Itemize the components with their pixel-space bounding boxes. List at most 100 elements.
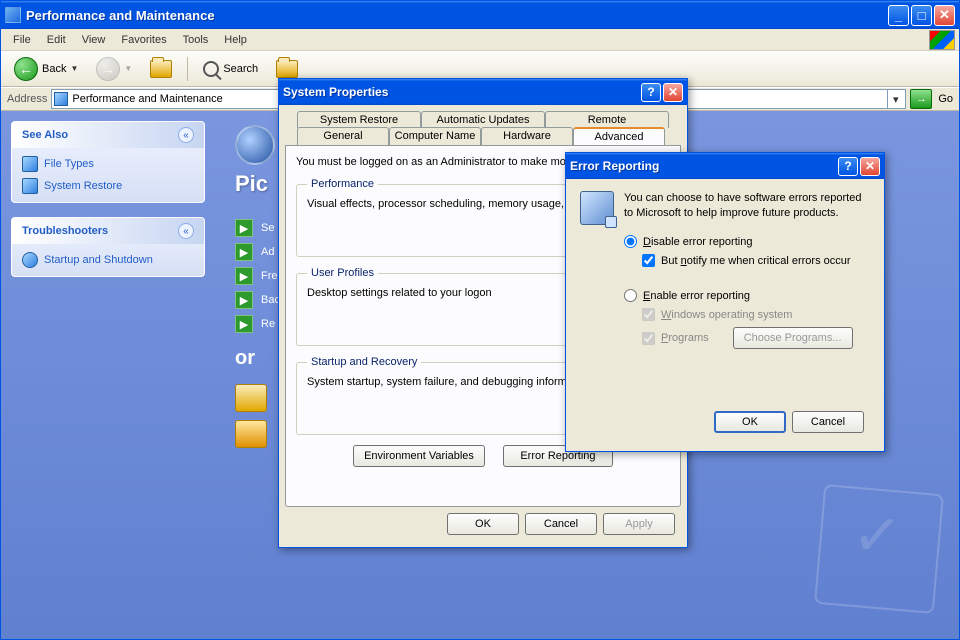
minimize-button[interactable]: _ bbox=[888, 5, 909, 26]
errrep-desc: You can choose to have software errors r… bbox=[624, 191, 870, 225]
tab-remote[interactable]: Remote bbox=[545, 111, 669, 128]
apply-button: Apply bbox=[603, 513, 675, 535]
errrep-titlebar[interactable]: Error Reporting ? ✕ bbox=[566, 153, 884, 179]
tab-computer-name[interactable]: Computer Name bbox=[389, 127, 481, 145]
link-label: System Restore bbox=[44, 180, 122, 192]
link-file-types[interactable]: File Types bbox=[22, 156, 194, 172]
panel-troubleshooters: Troubleshooters « Startup and Shutdown bbox=[11, 217, 205, 277]
menu-tools[interactable]: Tools bbox=[175, 32, 217, 48]
category-icon bbox=[235, 125, 275, 165]
radio-disable-label: isable error reporting bbox=[651, 236, 753, 248]
ok-button[interactable]: OK bbox=[447, 513, 519, 535]
legend-profiles: User Profiles bbox=[307, 267, 378, 279]
env-vars-button[interactable]: Environment Variables bbox=[353, 445, 485, 467]
close-button[interactable]: ✕ bbox=[663, 83, 683, 102]
windows-flag-icon bbox=[929, 30, 955, 50]
go-label: Go bbox=[938, 93, 953, 105]
ok-button[interactable]: OK bbox=[714, 411, 786, 433]
menu-favorites[interactable]: Favorites bbox=[113, 32, 174, 48]
back-button[interactable]: ← Back ▼ bbox=[7, 53, 85, 85]
help-button[interactable]: ? bbox=[641, 83, 661, 102]
titlebar[interactable]: Performance and Maintenance _ □ ✕ bbox=[1, 1, 959, 29]
link-startup-shutdown[interactable]: Startup and Shutdown bbox=[22, 252, 194, 268]
decor-checkmark-icon bbox=[814, 484, 944, 614]
link-label: File Types bbox=[44, 158, 94, 170]
close-button[interactable]: ✕ bbox=[934, 5, 955, 26]
panel-troubleshooters-header[interactable]: Troubleshooters « bbox=[12, 218, 204, 244]
search-label: Search bbox=[223, 63, 258, 75]
maximize-button[interactable]: □ bbox=[911, 5, 932, 26]
search-button[interactable]: Search bbox=[196, 57, 265, 81]
tab-advanced[interactable]: Advanced bbox=[573, 127, 665, 145]
forward-button: → ▼ bbox=[89, 53, 139, 85]
errrep-title: Error Reporting bbox=[570, 159, 836, 173]
legend-startup: Startup and Recovery bbox=[307, 356, 421, 368]
legend-performance: Performance bbox=[307, 178, 378, 190]
folders-icon bbox=[276, 60, 298, 78]
tab-system-restore[interactable]: System Restore bbox=[297, 111, 421, 128]
system-restore-icon bbox=[22, 178, 38, 194]
cancel-button[interactable]: Cancel bbox=[525, 513, 597, 535]
radio-disable-input[interactable] bbox=[624, 235, 637, 248]
go-button[interactable]: → bbox=[910, 89, 932, 109]
check-windows-os-input bbox=[642, 308, 655, 321]
check-notify[interactable]: But notify me when critical errors occur bbox=[624, 254, 870, 267]
check-programs-input bbox=[642, 332, 655, 345]
panel-seealso-header[interactable]: See Also « bbox=[12, 122, 204, 148]
up-folder-icon bbox=[150, 60, 172, 78]
tab-hardware[interactable]: Hardware bbox=[481, 127, 573, 145]
collapse-icon[interactable]: « bbox=[178, 223, 194, 239]
search-icon bbox=[203, 61, 219, 77]
help-button[interactable]: ? bbox=[838, 157, 858, 176]
errrep-buttons: OK Cancel bbox=[580, 405, 870, 439]
help-icon bbox=[22, 252, 38, 268]
task-label: Ad bbox=[261, 246, 274, 258]
menu-edit[interactable]: Edit bbox=[39, 32, 74, 48]
tab-general[interactable]: General bbox=[297, 127, 389, 145]
app-icon bbox=[5, 7, 21, 23]
file-types-icon bbox=[22, 156, 38, 172]
menu-help[interactable]: Help bbox=[216, 32, 255, 48]
cpl-icon[interactable] bbox=[235, 420, 267, 448]
close-button[interactable]: ✕ bbox=[860, 157, 880, 176]
sysprops-title: System Properties bbox=[283, 85, 639, 99]
address-label: Address bbox=[7, 93, 47, 105]
cancel-button[interactable]: Cancel bbox=[792, 411, 864, 433]
sidebar: See Also « File Types System Restore Tro… bbox=[1, 111, 215, 639]
toolbar-separator bbox=[187, 57, 188, 81]
window-title: Performance and Maintenance bbox=[26, 8, 886, 23]
sysprops-buttons: OK Cancel Apply bbox=[285, 507, 681, 541]
arrow-icon: ▶ bbox=[235, 315, 253, 333]
panel-troubleshooters-title: Troubleshooters bbox=[22, 225, 108, 237]
errrep-body: You can choose to have software errors r… bbox=[566, 179, 884, 451]
menu-file[interactable]: File bbox=[5, 32, 39, 48]
check-notify-input[interactable] bbox=[642, 254, 655, 267]
back-icon: ← bbox=[14, 57, 38, 81]
radio-enable-input[interactable] bbox=[624, 289, 637, 302]
radio-disable[interactable]: Disable error reporting bbox=[624, 235, 870, 248]
back-drop-icon[interactable]: ▼ bbox=[70, 64, 78, 73]
panel-seealso-title: See Also bbox=[22, 129, 68, 141]
menu-view[interactable]: View bbox=[74, 32, 114, 48]
address-dropdown-icon[interactable]: ▾ bbox=[887, 90, 903, 108]
arrow-icon: ▶ bbox=[235, 219, 253, 237]
check-windows-os: Windows operating system bbox=[624, 308, 870, 321]
address-icon bbox=[54, 92, 68, 106]
link-system-restore[interactable]: System Restore bbox=[22, 178, 194, 194]
arrow-icon: ▶ bbox=[235, 267, 253, 285]
up-button[interactable] bbox=[143, 56, 179, 82]
task-label: Re bbox=[261, 318, 275, 330]
back-label: Back bbox=[42, 63, 66, 75]
radio-enable[interactable]: Enable error reporting bbox=[624, 289, 870, 302]
link-label: Startup and Shutdown bbox=[44, 254, 153, 266]
error-reporting-dialog: Error Reporting ? ✕ You can choose to ha… bbox=[565, 152, 885, 452]
computer-icon bbox=[580, 191, 614, 225]
tab-automatic-updates[interactable]: Automatic Updates bbox=[421, 111, 545, 128]
arrow-icon: ▶ bbox=[235, 243, 253, 261]
cpl-icon[interactable] bbox=[235, 384, 267, 412]
collapse-icon[interactable]: « bbox=[178, 127, 194, 143]
panel-seealso: See Also « File Types System Restore bbox=[11, 121, 205, 203]
sysprops-titlebar[interactable]: System Properties ? ✕ bbox=[279, 79, 687, 105]
menubar: File Edit View Favorites Tools Help bbox=[1, 29, 959, 51]
arrow-icon: ▶ bbox=[235, 291, 253, 309]
